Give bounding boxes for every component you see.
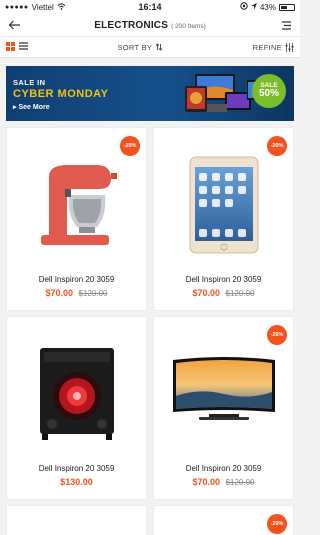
back-arrow-icon (8, 20, 20, 30)
sale-badge: SALE 50% (252, 74, 286, 108)
product-price: $70.00 (192, 288, 221, 298)
product-old-price: $120.00 (225, 289, 255, 298)
devices-collage-icon (185, 74, 259, 112)
location-icon (250, 2, 257, 12)
list-view-button[interactable] (19, 42, 28, 52)
product-name: Dell Inspiron 20 3059 (185, 275, 262, 284)
list-icon (19, 42, 28, 50)
product-old-price: $120.00 (78, 289, 108, 298)
product-card[interactable]: -20% Dell Inspiron 20 3059 $70.00 $120.0… (153, 316, 294, 500)
product-price: $130.00 (60, 477, 93, 487)
nav-bar: ELECTRONICS ( 200 Items) (0, 14, 300, 36)
filter-toolbar: SORT BY REFINE (0, 36, 300, 58)
item-count: ( 200 Items) (171, 22, 206, 30)
product-card[interactable] (6, 505, 147, 535)
sort-button[interactable]: SORT BY (117, 43, 163, 52)
tablet-icon (189, 156, 258, 254)
menu-icon (281, 20, 291, 30)
banner-headline: CYBER MONDAY (13, 88, 109, 100)
product-grid: -20% Dell Inspiron 20 3059 $70.00 $120.0… (6, 127, 294, 535)
product-name: Dell Inspiron 20 3059 (38, 275, 115, 284)
product-old-price: $120.00 (225, 478, 255, 487)
signal-icon: ●●●●● (5, 3, 29, 11)
stand-mixer-icon (40, 165, 117, 245)
grid-icon (6, 41, 15, 51)
banner-line1: SALE IN (13, 78, 46, 87)
back-button[interactable] (6, 17, 22, 33)
battery-icon (279, 3, 295, 11)
product-price: $70.00 (192, 477, 221, 487)
curved-tv-icon (172, 357, 275, 420)
refine-button[interactable]: REFINE (252, 42, 294, 52)
sort-label: SORT BY (117, 42, 153, 52)
see-more-link[interactable]: ▸ See More (13, 103, 108, 111)
product-name: Dell Inspiron 20 3059 (38, 464, 115, 473)
filter-sliders-icon (285, 42, 294, 52)
product-card[interactable]: -20% Dell Inspiron 20 3059 $70.00 $120.0… (6, 127, 147, 311)
grid-view-button[interactable] (6, 41, 15, 53)
refine-label: REFINE (252, 42, 282, 52)
status-bar: ●●●●● Viettel 16:14 43% (0, 0, 300, 14)
product-card[interactable]: -20% (153, 505, 294, 535)
menu-button[interactable] (278, 17, 294, 33)
discount-badge: -20% (267, 514, 287, 534)
wifi-icon (57, 2, 66, 12)
product-card[interactable]: Dell Inspiron 20 3059 $130.00 (6, 316, 147, 500)
speaker-icon (39, 348, 114, 440)
product-card[interactable]: -20% Dell Inspiron 20 3059 $70.00 $120.0… (153, 127, 294, 311)
page-title: ELECTRONICS (94, 19, 169, 31)
carrier-name: Viettel (31, 2, 54, 12)
promo-banner[interactable]: SALE IN CYBER MONDAY ▸ See More SALE 50% (6, 66, 294, 121)
product-name: Dell Inspiron 20 3059 (185, 464, 262, 473)
battery-percent: 43% (259, 2, 276, 12)
sort-arrows-icon (155, 43, 163, 51)
product-price: $70.00 (45, 288, 74, 298)
sale-badge-value: 50% (258, 88, 279, 100)
rotation-lock-icon (240, 2, 248, 12)
